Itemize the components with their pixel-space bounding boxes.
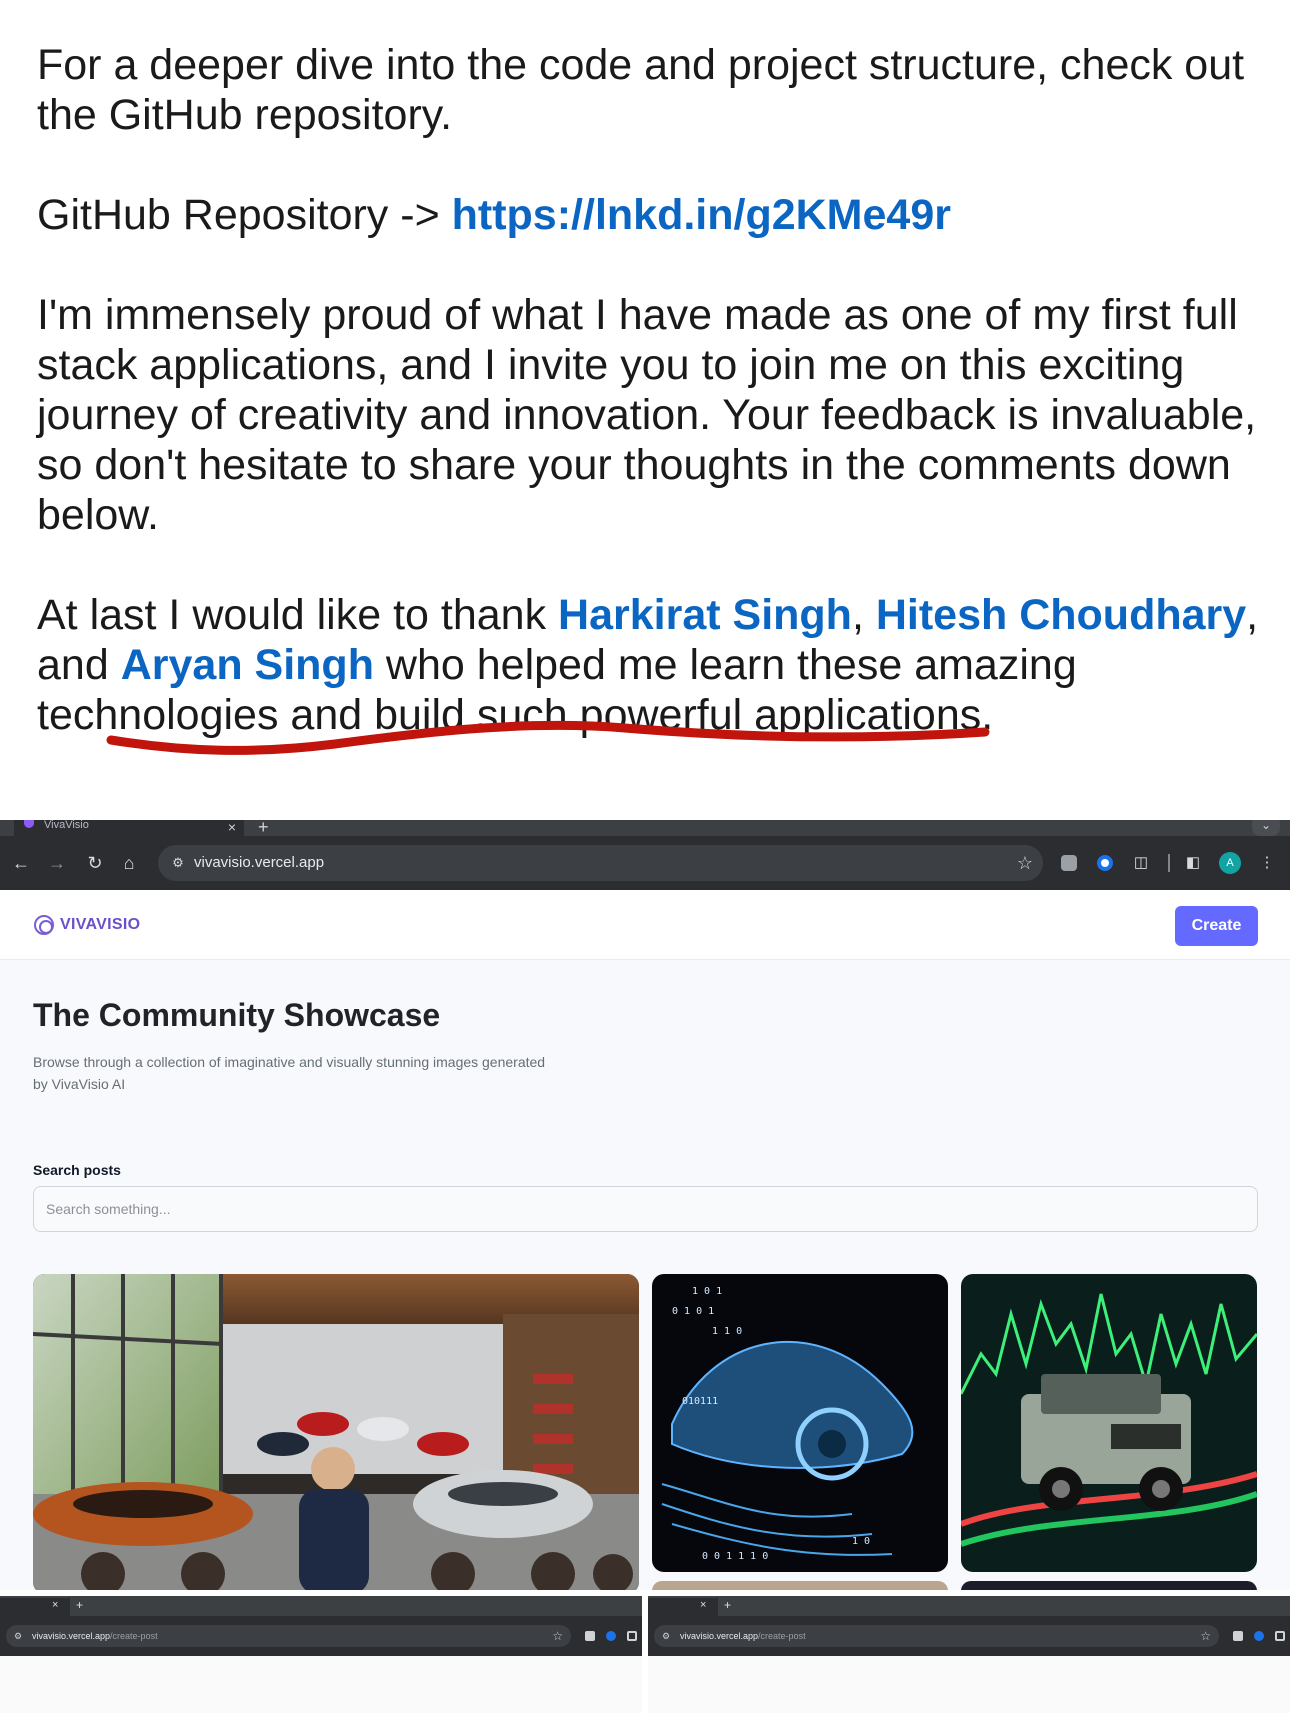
thanks-prefix: At last I would like to thank bbox=[37, 591, 559, 639]
star-icon[interactable]: ☆ bbox=[1017, 845, 1033, 881]
mini-address-bar[interactable]: ⚙ vivavisio.vercel.app/create-post ☆ bbox=[6, 1625, 571, 1647]
mini-address-bar[interactable]: ⚙ vivavisio.vercel.app/create-post ☆ bbox=[654, 1625, 1219, 1647]
puzzle-icon[interactable] bbox=[627, 1631, 637, 1641]
extension-icon[interactable] bbox=[585, 1631, 595, 1641]
mini-toolbar: ⚙ vivavisio.vercel.app/create-post ☆ bbox=[0, 1616, 642, 1656]
url-path: /create-post bbox=[758, 1631, 806, 1641]
reload-icon[interactable]: ↻ bbox=[82, 850, 108, 876]
back-arrow-icon[interactable]: ← bbox=[8, 850, 34, 876]
post-paragraph-thanks: At last I would like to thank Harkirat S… bbox=[37, 590, 1267, 740]
logo-icon bbox=[34, 915, 54, 935]
menu-dots-icon[interactable]: ⋮ bbox=[1254, 850, 1280, 876]
mini-tab-strip: × + bbox=[648, 1596, 1290, 1616]
post-text: For a deeper dive into the code and proj… bbox=[37, 40, 1267, 790]
create-button[interactable]: Create bbox=[1175, 906, 1258, 946]
url-text: vivavisio.vercel.app bbox=[194, 854, 325, 871]
repo-label: GitHub Repository -> bbox=[37, 191, 452, 239]
close-icon[interactable]: × bbox=[52, 1599, 58, 1611]
svg-text:1 1 0: 1 1 0 bbox=[712, 1326, 742, 1337]
separator: , bbox=[851, 591, 876, 639]
page-title: The Community Showcase bbox=[33, 997, 441, 1033]
site-header: VIVAVISIO Create bbox=[0, 890, 1290, 960]
svg-text:0 1 0 1: 0 1 0 1 bbox=[672, 1306, 714, 1317]
gallery-image-suv[interactable] bbox=[961, 1274, 1257, 1572]
post-paragraph-pride: I'm immensely proud of what I have made … bbox=[37, 291, 1257, 539]
new-tab-button[interactable]: + bbox=[258, 820, 269, 836]
vivavisio-logo[interactable]: VIVAVISIO bbox=[34, 914, 140, 936]
profile-avatar[interactable]: A bbox=[1219, 852, 1241, 874]
extension-circle-icon[interactable] bbox=[1097, 855, 1113, 871]
browser-toolbar: ← → ↻ ⌂ ⚙ vivavisio.vercel.app ☆ ◫ ◧ A ⋮ bbox=[0, 836, 1290, 890]
extension-icon[interactable] bbox=[1061, 855, 1077, 871]
showroom-illustration bbox=[33, 1274, 639, 1590]
mini-browser-tab[interactable] bbox=[0, 1598, 70, 1616]
mention-harkirat[interactable]: Harkirat Singh bbox=[558, 591, 852, 639]
post-paragraph-code: For a deeper dive into the code and proj… bbox=[37, 41, 1245, 139]
post-paragraph-repo: GitHub Repository -> https://lnkd.in/g2K… bbox=[37, 190, 1267, 240]
puzzle-icon[interactable]: ◫ bbox=[1128, 850, 1154, 876]
new-tab-button[interactable]: + bbox=[76, 1598, 83, 1612]
new-tab-button[interactable]: + bbox=[724, 1598, 731, 1612]
gallery-image-partial[interactable] bbox=[961, 1581, 1257, 1590]
close-icon[interactable]: × bbox=[228, 820, 236, 834]
mention-hitesh[interactable]: Hitesh Choudhary bbox=[876, 591, 1246, 639]
browser-thumbnail-right: × + ⚙ vivavisio.vercel.app/create-post ☆ bbox=[648, 1596, 1290, 1713]
browser-window: VivaVisio × + ⌄ ← → ↻ ⌂ ⚙ vivavisio.verc… bbox=[0, 820, 1290, 1590]
url-host: vivavisio.vercel.app bbox=[680, 1631, 759, 1641]
sidepanel-icon[interactable]: ◧ bbox=[1180, 850, 1206, 876]
extension-circle-icon[interactable] bbox=[606, 1631, 616, 1641]
mini-toolbar: ⚙ vivavisio.vercel.app/create-post ☆ bbox=[648, 1616, 1290, 1656]
site-settings-icon: ⚙ bbox=[662, 1631, 671, 1641]
close-icon[interactable]: × bbox=[700, 1599, 706, 1611]
star-icon[interactable]: ☆ bbox=[552, 1625, 563, 1647]
gallery-image-showroom[interactable] bbox=[33, 1274, 639, 1590]
site-settings-icon: ⚙ bbox=[14, 1631, 23, 1641]
tab-strip: VivaVisio × + ⌄ bbox=[0, 820, 1290, 836]
mini-page-body bbox=[648, 1656, 1290, 1713]
gallery-image-partial[interactable] bbox=[652, 1581, 948, 1590]
mention-aryan[interactable]: Aryan Singh bbox=[121, 641, 374, 689]
gallery-image-digital-car[interactable]: 1 0 1 0 1 0 1 1 1 0 010111 0 0 1 1 1 0 1 0 bbox=[652, 1274, 948, 1572]
mini-tab-strip: × + bbox=[0, 1596, 642, 1616]
toolbar-divider bbox=[1168, 854, 1170, 872]
tab-search-chevron-icon[interactable]: ⌄ bbox=[1252, 820, 1280, 836]
svg-text:1 0 1: 1 0 1 bbox=[692, 1286, 722, 1297]
svg-text:010111: 010111 bbox=[682, 1396, 718, 1407]
address-bar[interactable]: ⚙ vivavisio.vercel.app ☆ bbox=[158, 845, 1043, 881]
home-icon[interactable]: ⌂ bbox=[116, 850, 142, 876]
logo-text: VIVAVISIO bbox=[60, 916, 141, 933]
showcase-section: The Community Showcase Browse through a … bbox=[0, 960, 1290, 1590]
digital-car-illustration: 1 0 1 0 1 0 1 1 1 0 010111 0 0 1 1 1 0 1 0 bbox=[652, 1274, 948, 1572]
tab-title: VivaVisio bbox=[44, 820, 89, 831]
repo-link[interactable]: https://lnkd.in/g2KMe49r bbox=[452, 191, 951, 239]
url-host: vivavisio.vercel.app bbox=[32, 1631, 111, 1641]
svg-text:0 0 1 1 1 0: 0 0 1 1 1 0 bbox=[702, 1551, 768, 1562]
url-path: /create-post bbox=[110, 1631, 158, 1641]
forward-arrow-icon[interactable]: → bbox=[44, 850, 70, 876]
site-settings-icon[interactable]: ⚙ bbox=[168, 853, 188, 873]
search-input[interactable] bbox=[33, 1186, 1258, 1232]
mini-page-body bbox=[0, 1656, 642, 1713]
star-icon[interactable]: ☆ bbox=[1200, 1625, 1211, 1647]
browser-thumbnail-left: × + ⚙ vivavisio.vercel.app/create-post ☆ bbox=[0, 1596, 642, 1713]
extension-circle-icon[interactable] bbox=[1254, 1631, 1264, 1641]
extension-icon[interactable] bbox=[1233, 1631, 1243, 1641]
search-label: Search posts bbox=[33, 1162, 121, 1178]
mini-browser-tab[interactable] bbox=[648, 1598, 718, 1616]
browser-tab[interactable]: VivaVisio × bbox=[14, 820, 244, 836]
suv-illustration bbox=[961, 1274, 1257, 1572]
puzzle-icon[interactable] bbox=[1275, 1631, 1285, 1641]
svg-text:1 0: 1 0 bbox=[852, 1536, 870, 1547]
vivavisio-favicon-icon bbox=[24, 820, 34, 828]
page-subtitle: Browse through a collection of imaginati… bbox=[33, 1054, 546, 1092]
